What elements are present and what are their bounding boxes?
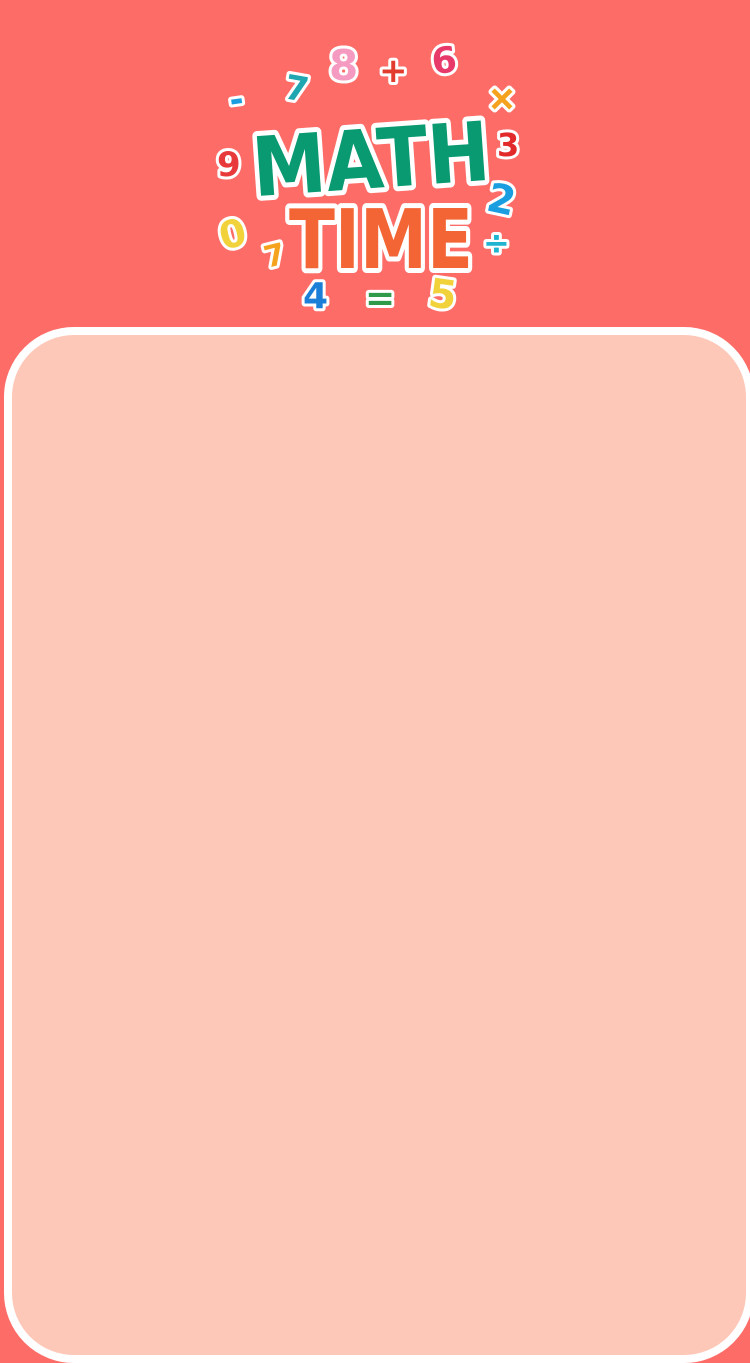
logo-word-time: TIME	[289, 193, 473, 288]
logo-symbol: 3	[497, 126, 519, 164]
logo-symbol: -	[227, 79, 247, 121]
logo-symbol: 0	[215, 210, 251, 259]
logo-symbol: 6	[430, 40, 459, 83]
logo-symbol: ÷	[483, 224, 510, 262]
logo-symbol: 8	[329, 41, 358, 90]
logo-artwork: - 7 8 + 6 + 9 3 2 0 7 ÷ 4 = 5 MATH TIME	[212, 37, 534, 323]
content-panel	[4, 327, 750, 1363]
logo-symbol: +	[379, 51, 408, 91]
logo-symbol: 7	[281, 67, 311, 111]
game-screen: - 7 8 + 6 + 9 3 2 0 7 ÷ 4 = 5 MATH TIME	[0, 0, 750, 1363]
logo-symbol: 9	[217, 145, 241, 185]
logo-symbol: 7	[260, 237, 289, 276]
math-time-logo: - 7 8 + 6 + 9 3 2 0 7 ÷ 4 = 5 MATH TIME	[205, 30, 545, 325]
